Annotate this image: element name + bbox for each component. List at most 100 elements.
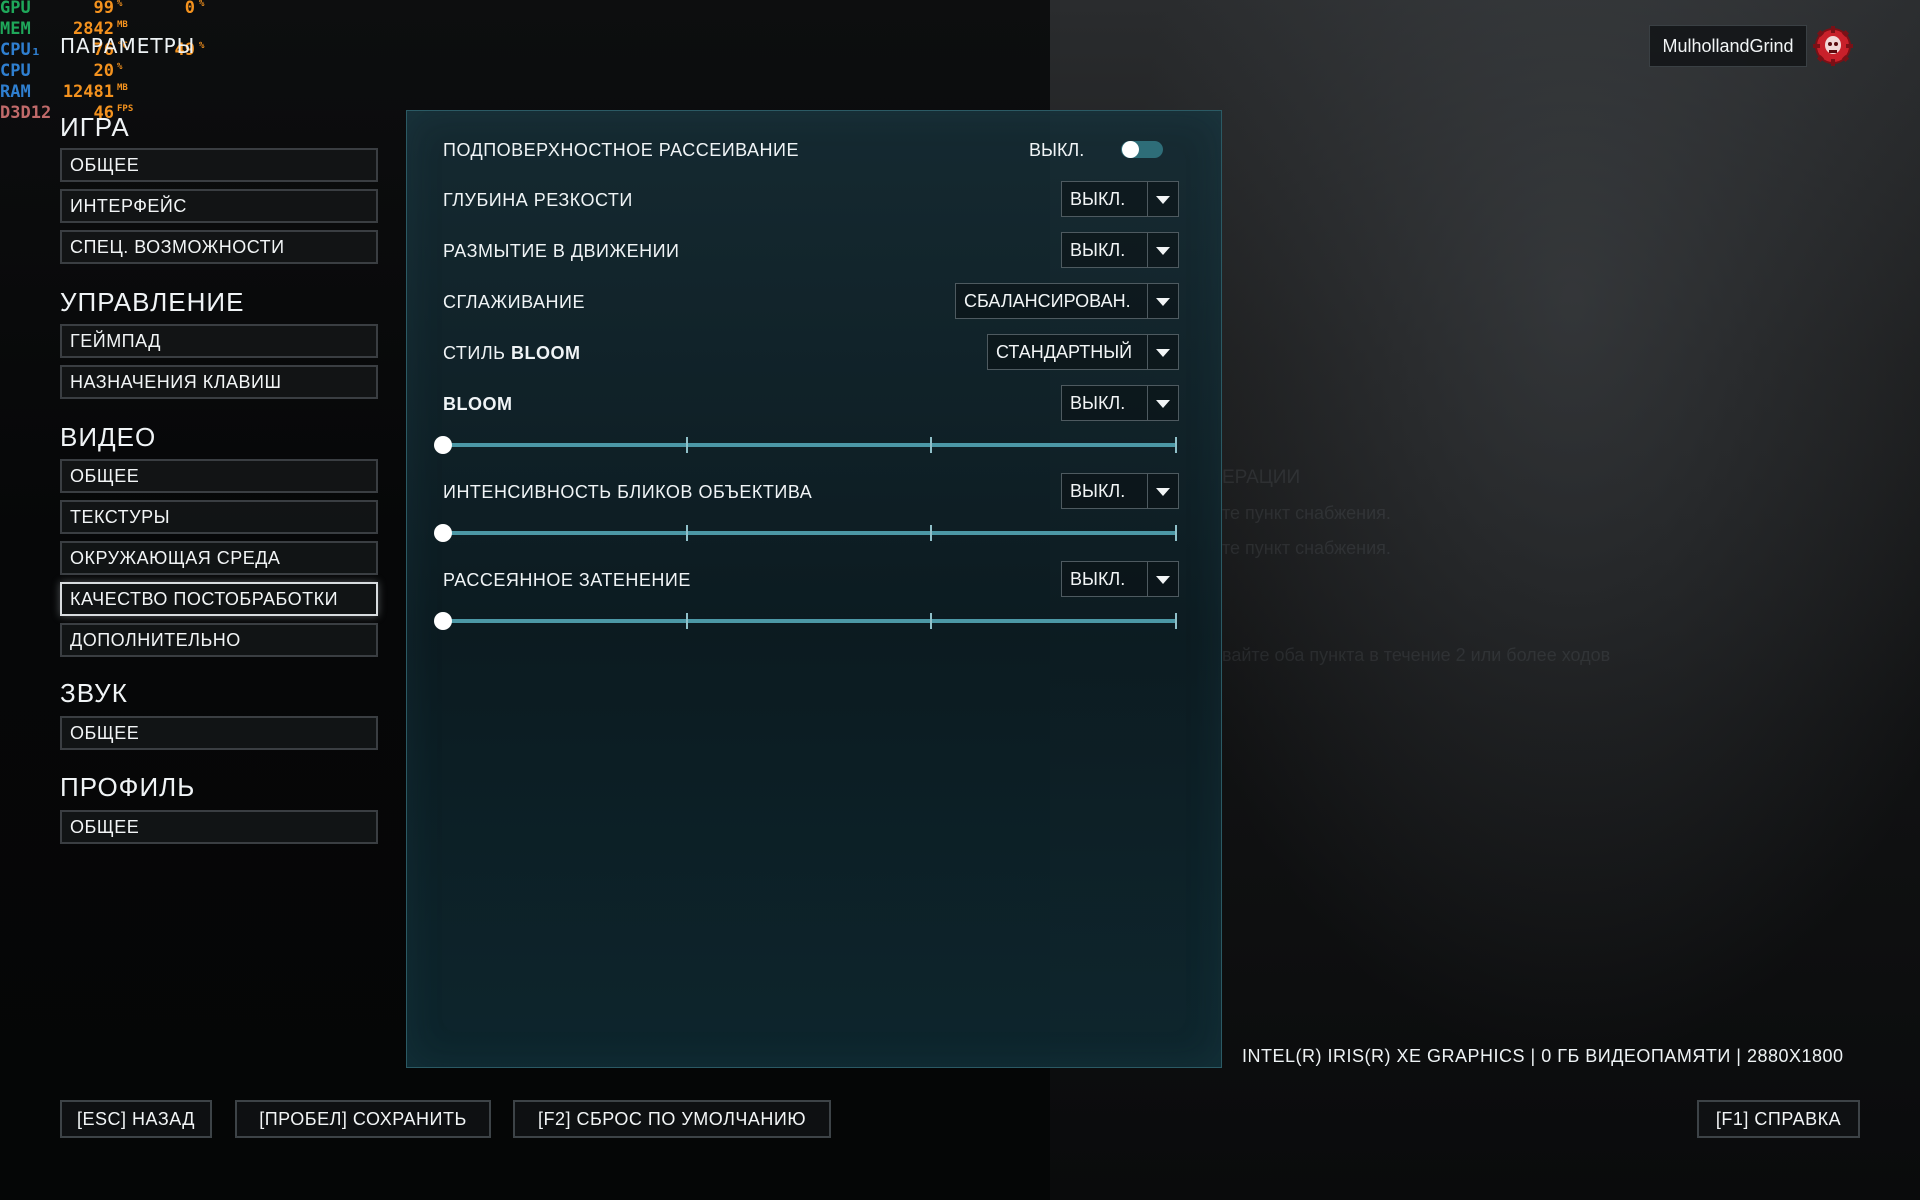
sidebar-item[interactable]: ТЕКСТУРЫ [60, 500, 378, 534]
username-badge: MulhollandGrind [1649, 25, 1807, 67]
dropdown-value: ВЫКЛ. [1070, 189, 1126, 209]
chevron-down-icon [1147, 284, 1178, 318]
help-button[interactable]: [F1] СПРАВКА [1697, 1100, 1860, 1138]
dropdown-value: ВЫКЛ. [1070, 240, 1126, 260]
dropdown-value: ВЫКЛ. [1070, 393, 1126, 413]
lens-flare-slider[interactable] [434, 523, 1177, 543]
slider-track [443, 531, 1177, 535]
sidebar-section-heading: ВИДЕО [60, 422, 157, 452]
sidebar-item[interactable]: ОКРУЖАЮЩАЯ СРЕДА [60, 541, 378, 575]
chevron-down-icon [1147, 386, 1178, 420]
slider-tick [930, 613, 932, 629]
dropdown-value: ВЫКЛ. [1070, 481, 1126, 501]
background-text: вайте оба пункта в течение 2 или более х… [1222, 645, 1611, 665]
lens-flare-dropdown[interactable]: ВЫКЛ. [1061, 473, 1179, 509]
bloom-slider[interactable] [434, 435, 1177, 455]
osd-unit: % [117, 0, 123, 9]
osd-value: 0 [184, 0, 195, 18]
osd-label: MEM [0, 19, 31, 39]
osd-unit: % [199, 41, 205, 51]
ambient-occlusion-label: РАССЕЯННОЕ ЗАТЕНЕНИЕ [443, 570, 691, 590]
sidebar-item[interactable]: ДОПОЛНИТЕЛЬНО [60, 623, 378, 657]
bloom-dropdown[interactable]: ВЫКЛ. [1061, 385, 1179, 421]
anti-aliasing-dropdown[interactable]: СБАЛАНСИРОВАН. [955, 283, 1179, 319]
osd-label: CPU₁ [0, 40, 41, 60]
anti-aliasing-label: СГЛАЖИВАНИЕ [443, 292, 585, 312]
osd-value: 20 [93, 61, 114, 81]
slider-tick [930, 525, 932, 541]
lens-flare-label: ИНТЕНСИВНОСТЬ БЛИКОВ ОБЪЕКТИВА [443, 482, 813, 502]
bloom-label: BLOOM [443, 394, 513, 415]
dropdown-value: СБАЛАНСИРОВАН. [964, 291, 1131, 311]
sidebar-item[interactable]: ОБЩЕЕ [60, 810, 378, 844]
bloom-label-bold: BLOOM [443, 394, 513, 414]
slider-tick [1175, 525, 1177, 541]
page-title: ПАРАМЕТРЫ [60, 34, 196, 58]
osd-label: RAM [0, 82, 31, 102]
ambient-occlusion-slider[interactable] [434, 611, 1177, 631]
chevron-down-icon [1147, 182, 1178, 216]
slider-tick [686, 525, 688, 541]
osd-unit: MB [117, 20, 128, 30]
slider-track [443, 443, 1177, 447]
dropdown-value: ВЫКЛ. [1070, 569, 1126, 589]
subsurface-scattering-toggle[interactable] [1121, 141, 1163, 158]
sidebar-section-heading: ПРОФИЛЬ [60, 772, 196, 802]
chevron-down-icon [1147, 335, 1178, 369]
sidebar-item[interactable]: ОБЩЕЕ [60, 716, 378, 750]
osd-unit: % [199, 0, 205, 9]
motion-blur-label: РАЗМЫТИЕ В ДВИЖЕНИИ [443, 241, 680, 261]
slider-handle[interactable] [434, 612, 452, 630]
osd-value: 99 [93, 0, 114, 18]
sidebar-item[interactable]: КАЧЕСТВО ПОСТОБРАБОТКИ [60, 582, 378, 616]
osd-unit: MB [117, 83, 128, 93]
reset-defaults-button[interactable]: [F2] СБРОС ПО УМОЛЧАНИЮ [513, 1100, 831, 1138]
gears-cog-skull-icon [1812, 25, 1854, 67]
sidebar-item[interactable]: ИНТЕРФЕЙС [60, 189, 378, 223]
slider-tick [930, 437, 932, 453]
osd-label: CPU [0, 61, 31, 81]
osd-unit: % [117, 62, 123, 72]
motion-blur-dropdown[interactable]: ВЫКЛ. [1061, 232, 1179, 268]
depth-of-field-dropdown[interactable]: ВЫКЛ. [1061, 181, 1179, 217]
subsurface-scattering-label: ПОДПОВЕРХНОСТНОЕ РАССЕИВАНИЕ [443, 140, 799, 160]
gpu-info: INTEL(R) IRIS(R) XE GRAPHICS | 0 ГБ ВИДЕ… [1242, 1046, 1844, 1066]
osd-label: GPU [0, 0, 31, 18]
slider-handle[interactable] [434, 436, 452, 454]
osd-value: 12481 [62, 82, 114, 102]
back-button[interactable]: [ESC] НАЗАД [60, 1100, 212, 1138]
slider-track [443, 619, 1177, 623]
dropdown-value: СТАНДАРТНЫЙ [996, 342, 1133, 362]
settings-panel: ПОДПОВЕРХНОСТНОЕ РАССЕИВАНИЕ ВЫКЛ. ГЛУБИ… [406, 110, 1222, 1068]
chevron-down-icon [1147, 233, 1178, 267]
slider-tick [1175, 437, 1177, 453]
background-text: те пункт снабжения. [1222, 538, 1391, 558]
sidebar-item[interactable]: ГЕЙМПАД [60, 324, 378, 358]
subsurface-scattering-state: ВЫКЛ. [1029, 140, 1085, 160]
osd-label: D3D12 [0, 103, 52, 123]
chevron-down-icon [1147, 562, 1178, 596]
background-text: те пункт снабжения. [1222, 503, 1391, 523]
chevron-down-icon [1147, 474, 1178, 508]
ambient-occlusion-dropdown[interactable]: ВЫКЛ. [1061, 561, 1179, 597]
bloom-style-label-prefix: СТИЛЬ [443, 343, 511, 363]
depth-of-field-label: ГЛУБИНА РЕЗКОСТИ [443, 190, 633, 210]
background-text: ЕРАЦИИ [1222, 467, 1301, 488]
performance-overlay: GPU 99% 0% MEM 2842 MB CPU₁ 76 °C 49% CPU 20% RAM 124… [0, 0, 220, 123]
bloom-style-dropdown[interactable]: СТАНДАРТНЫЙ [987, 334, 1179, 370]
sidebar-item[interactable]: ОБЩЕЕ [60, 148, 378, 182]
bloom-style-label-bold: BLOOM [510, 343, 581, 363]
sidebar-item[interactable]: НАЗНАЧЕНИЯ КЛАВИШ [60, 365, 378, 399]
save-button[interactable]: [ПРОБЕЛ] СОХРАНИТЬ [235, 1100, 491, 1138]
sidebar-item[interactable]: СПЕЦ. ВОЗМОЖНОСТИ [60, 230, 378, 264]
bloom-style-label: СТИЛЬ BLOOM [443, 343, 580, 364]
sidebar-section-heading: ЗВУК [60, 678, 128, 708]
slider-tick [686, 613, 688, 629]
sidebar-section-heading: ИГРА [60, 112, 130, 142]
slider-handle[interactable] [434, 524, 452, 542]
slider-tick [686, 437, 688, 453]
sidebar-section-heading: УПРАВЛЕНИЕ [60, 287, 245, 317]
slider-tick [1175, 613, 1177, 629]
toggle-knob [1122, 141, 1139, 158]
sidebar-item[interactable]: ОБЩЕЕ [60, 459, 378, 493]
